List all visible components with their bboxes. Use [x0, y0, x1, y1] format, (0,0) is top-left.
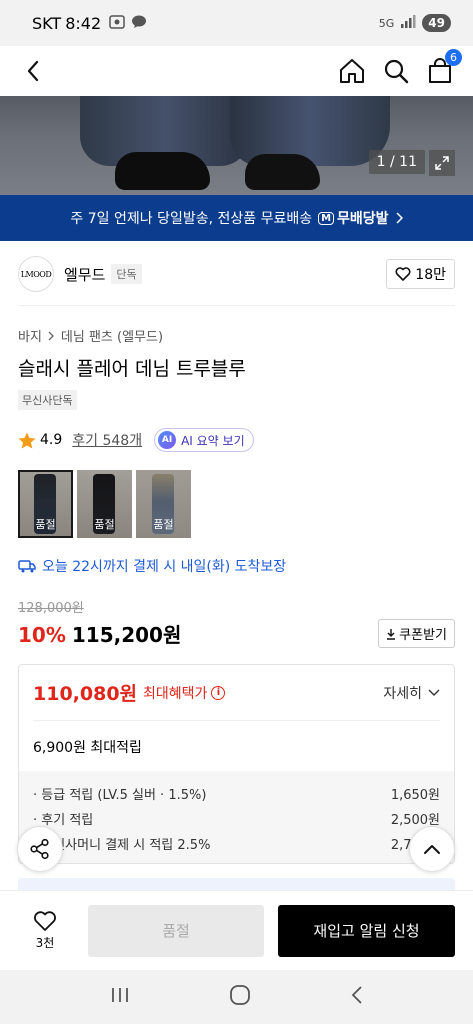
- ai-icon: AI: [158, 431, 177, 449]
- max-benefit-price: 110,080원: [33, 683, 138, 705]
- truck-icon: M: [318, 211, 335, 225]
- points-list: · 등급 적립 (LV.5 실버 · 1.5%) 1,650원 · 후기 적립 …: [19, 771, 454, 863]
- breadcrumb-subcategory[interactable]: 데님 팬츠 (엘무드): [61, 326, 163, 345]
- cart-button[interactable]: 6: [427, 49, 462, 84]
- home-system-button[interactable]: [229, 984, 251, 1010]
- home-button[interactable]: [339, 58, 365, 84]
- brand-like-button[interactable]: 18만: [386, 259, 455, 289]
- breadcrumb-category[interactable]: 바지: [18, 326, 42, 345]
- promo-text: 주 7일 언제나 당일발송, 전상품 무료배송: [70, 211, 313, 227]
- soldout-label: 품절: [136, 470, 191, 538]
- search-button[interactable]: [383, 58, 409, 84]
- bottom-action-bar: 3천 품절 재입고 알림 신청: [0, 890, 473, 970]
- exclusive-tag: 무신사단독: [18, 390, 77, 410]
- review-count-link[interactable]: 후기 548개: [72, 430, 142, 450]
- rating-row: 4.9 후기 548개 AI AI 요약 보기: [18, 428, 254, 452]
- product-image[interactable]: 1 / 11: [0, 96, 473, 195]
- chevron-down-icon: [428, 689, 440, 696]
- top-nav: 6: [0, 46, 473, 96]
- network-label: 5G: [378, 16, 395, 30]
- color-options: 품절 품절 품절: [18, 470, 191, 538]
- points-row: · 후기 적립 2,500원: [33, 813, 440, 828]
- divider: [18, 305, 455, 306]
- carrier-label: SKT: [32, 13, 62, 33]
- points-row: · 무신사머니 결제 시 적립 2.5% 2,750원: [33, 838, 440, 853]
- wishlist-count: 3천: [35, 936, 55, 950]
- home-circle-icon: [229, 985, 250, 1005]
- benefit-box: 110,080원 최대혜택가 i 자세히 6,900원 최대적립 · 등급 적립…: [18, 664, 455, 864]
- color-option-thumbnail[interactable]: 품절: [77, 470, 132, 538]
- wishlist-button[interactable]: 3천: [18, 910, 72, 951]
- delivery-guarantee[interactable]: 오늘 22시까지 결제 시 내일(화) 도착보장: [18, 556, 286, 576]
- screenshot-icon: [109, 14, 125, 32]
- color-option-thumbnail[interactable]: 품절: [18, 470, 73, 538]
- max-benefit-label: 최대혜택가: [143, 685, 208, 702]
- info-icon[interactable]: i: [211, 685, 226, 700]
- coupon-button[interactable]: 쿠폰받기: [378, 619, 455, 648]
- chevron-right-icon: [396, 212, 403, 224]
- expand-icon: [435, 156, 449, 170]
- fast-delivery-badge: M 무배당발: [318, 208, 389, 228]
- rating-value: 4.9: [40, 432, 63, 448]
- chevron-left-icon: [27, 60, 39, 82]
- expand-image-button[interactable]: [429, 150, 455, 176]
- star-icon: [18, 432, 36, 448]
- clock: 8:42: [65, 13, 102, 33]
- image-counter: 1 / 11: [368, 150, 425, 174]
- talk-icon: [131, 15, 147, 32]
- system-back-button[interactable]: [350, 985, 364, 1009]
- download-icon: [387, 628, 396, 640]
- heart-icon: [395, 267, 411, 281]
- brand-logo[interactable]: LMOOD: [18, 256, 54, 292]
- price-row: 10% 115,200원: [18, 619, 181, 648]
- sale-price: 115,200원: [71, 623, 182, 647]
- share-icon: [30, 838, 49, 860]
- restock-alert-button[interactable]: 재입고 알림 신청: [278, 904, 455, 957]
- brand-name[interactable]: 엘무드: [64, 264, 105, 285]
- heart-icon: [34, 911, 56, 931]
- delivery-text: 오늘 22시까지 결제 시 내일(화) 도착보장: [42, 559, 287, 575]
- original-price: 128,000원: [18, 601, 84, 616]
- discount-rate: 10%: [18, 623, 66, 647]
- truck-icon: [18, 560, 36, 573]
- brand-like-count: 18만: [415, 267, 446, 283]
- color-option-thumbnail[interactable]: 품절: [136, 470, 191, 538]
- share-button[interactable]: [17, 826, 63, 872]
- soldout-label: 품절: [18, 470, 73, 538]
- product-title: 슬래시 플레어 데님 트루블루: [18, 358, 246, 380]
- battery-indicator: 49: [422, 14, 451, 32]
- points-total: 6,900원 최대적립: [33, 740, 142, 756]
- cart-count-badge: 6: [445, 49, 462, 66]
- soldout-label: 품절: [77, 470, 132, 538]
- back-button[interactable]: [20, 58, 46, 84]
- back-icon: [351, 986, 362, 1004]
- soldout-button: 품절: [88, 904, 264, 957]
- brand-row: LMOOD 엘무드 단독 18만: [18, 256, 455, 292]
- system-nav-bar: [0, 970, 473, 1024]
- brand-exclusive-tag: 단독: [111, 264, 142, 284]
- home-icon: [340, 59, 364, 83]
- chevron-right-icon: [48, 331, 54, 340]
- recent-apps-icon: [111, 988, 128, 1002]
- scroll-top-button[interactable]: [409, 826, 455, 872]
- signal-icon: [400, 14, 416, 32]
- benefit-detail-toggle[interactable]: 자세히: [383, 683, 440, 703]
- points-row: · 등급 적립 (LV.5 실버 · 1.5%) 1,650원: [33, 788, 440, 803]
- recent-apps-button[interactable]: [110, 986, 130, 1008]
- chevron-up-icon: [424, 845, 440, 854]
- delivery-promo-banner[interactable]: 주 7일 언제나 당일발송, 전상품 무료배송 M 무배당발: [0, 195, 473, 241]
- breadcrumb: 바지 데님 팬츠 (엘무드): [18, 326, 163, 345]
- status-bar: SKT 8:42 5G 49: [0, 0, 473, 46]
- search-icon: [384, 59, 409, 84]
- ai-summary-button[interactable]: AI AI 요약 보기: [154, 428, 254, 452]
